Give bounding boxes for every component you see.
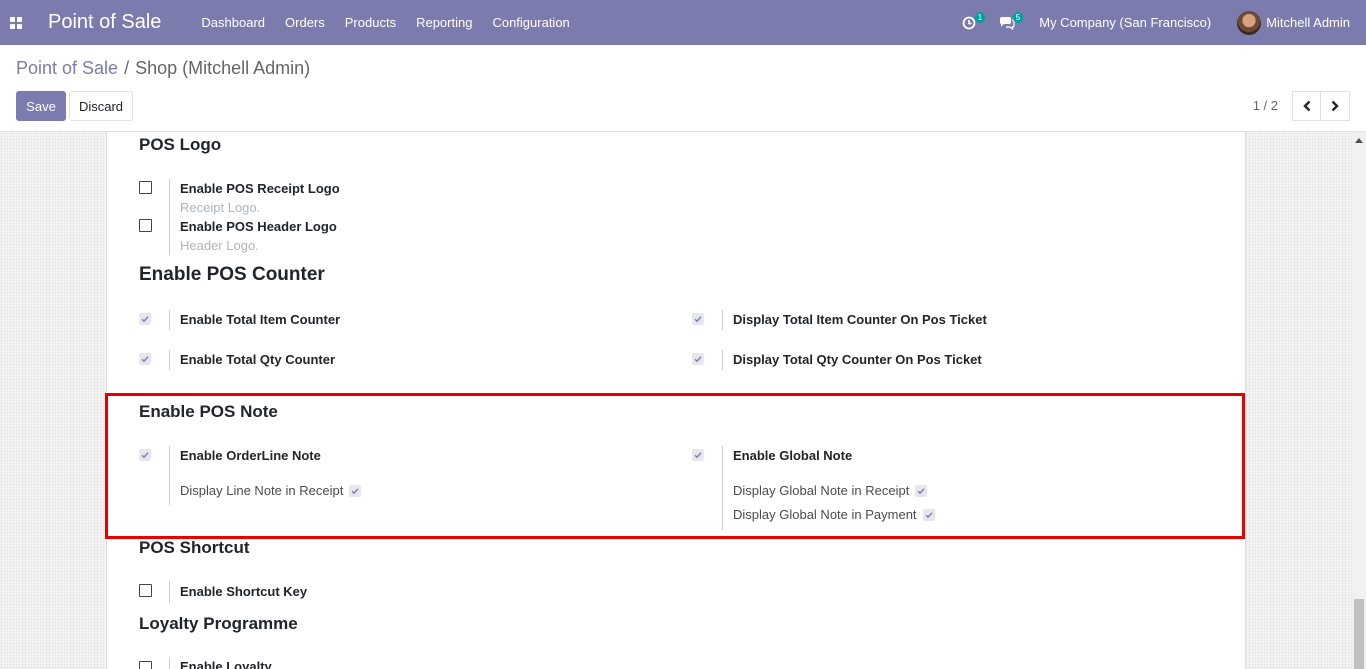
breadcrumb-current: Shop (Mitchell Admin) <box>135 58 311 78</box>
highlight-box <box>105 393 1245 539</box>
setting-divider <box>169 350 170 370</box>
setting-divider <box>722 310 723 330</box>
menu-dashboard[interactable]: Dashboard <box>191 0 275 45</box>
header-logo-label[interactable]: Enable POS Header Logo <box>180 219 337 234</box>
section-title-pos-shortcut: POS Shortcut <box>139 538 250 557</box>
setting-divider <box>169 217 170 255</box>
user-avatar[interactable] <box>1237 10 1262 35</box>
total-qty-counter-label[interactable]: Enable Total Qty Counter <box>180 352 335 367</box>
total-item-counter-label[interactable]: Enable Total Item Counter <box>180 312 340 327</box>
scrollbar[interactable] <box>1352 132 1366 669</box>
scroll-up-arrow-icon[interactable] <box>1355 138 1363 143</box>
display-qty-ticket-label[interactable]: Display Total Qty Counter On Pos Ticket <box>733 352 982 367</box>
breadcrumb: Point of Sale / Shop (Mitchell Admin) <box>16 58 310 79</box>
setting-divider <box>169 310 170 330</box>
display-item-ticket-label[interactable]: Display Total Item Counter On Pos Ticket <box>733 312 987 327</box>
breadcrumb-separator: / <box>124 58 130 78</box>
company-switcher[interactable]: My Company (San Francisco) <box>1039 15 1211 30</box>
save-button[interactable]: Save <box>16 91 66 121</box>
receipt-logo-label[interactable]: Enable POS Receipt Logo <box>180 181 340 196</box>
total-item-counter-checkbox[interactable] <box>139 313 151 325</box>
pager-next-button[interactable] <box>1321 91 1350 121</box>
header-logo-checkbox[interactable] <box>139 219 152 232</box>
systray: 1 5 My Company (San Francisco) Mitchell … <box>957 0 1366 45</box>
setting-divider <box>722 350 723 370</box>
section-title-loyalty: Loyalty Programme <box>139 614 298 633</box>
user-menu[interactable]: Mitchell Admin <box>1266 15 1350 30</box>
header-logo-hint: Header Logo. <box>180 238 259 253</box>
messages-badge: 5 <box>1012 12 1024 23</box>
check-icon <box>694 356 702 363</box>
setting-divider <box>169 658 170 669</box>
menu-configuration[interactable]: Configuration <box>482 0 579 45</box>
discard-button[interactable]: Discard <box>69 91 133 121</box>
breadcrumb-parent[interactable]: Point of Sale <box>16 58 118 78</box>
enable-loyalty-checkbox[interactable] <box>139 661 152 669</box>
check-icon <box>141 356 149 363</box>
form-view: POS Logo Enable POS Receipt Logo Receipt… <box>0 132 1352 669</box>
apps-menu-icon[interactable] <box>0 0 32 45</box>
pager-value[interactable]: 1 / 2 <box>1253 98 1278 113</box>
display-item-ticket-checkbox[interactable] <box>692 313 704 325</box>
receipt-logo-checkbox[interactable] <box>139 181 152 194</box>
shortcut-key-label[interactable]: Enable Shortcut Key <box>180 584 307 599</box>
control-panel: Point of Sale / Shop (Mitchell Admin) Save… <box>0 45 1366 132</box>
check-icon <box>694 316 702 323</box>
chevron-left-icon <box>1302 100 1310 112</box>
app-brand[interactable]: Point of Sale <box>48 11 161 34</box>
menu-reporting[interactable]: Reporting <box>406 0 482 45</box>
messages-chat-icon[interactable]: 5 <box>995 0 1024 45</box>
menu-orders[interactable]: Orders <box>275 0 335 45</box>
pager-previous-button[interactable] <box>1292 91 1321 121</box>
check-icon <box>141 316 149 323</box>
main-menu: Dashboard Orders Products Reporting Conf… <box>191 0 579 45</box>
activity-badge: 1 <box>974 12 986 23</box>
activity-clock-icon[interactable]: 1 <box>957 0 986 45</box>
top-navbar: Point of Sale Dashboard Orders Products … <box>0 0 1366 45</box>
menu-products[interactable]: Products <box>335 0 406 45</box>
shortcut-key-checkbox[interactable] <box>139 584 152 597</box>
total-qty-counter-checkbox[interactable] <box>139 353 151 365</box>
section-title-pos-logo: POS Logo <box>139 135 222 154</box>
display-qty-ticket-checkbox[interactable] <box>692 353 704 365</box>
enable-loyalty-label[interactable]: Enable Loyalty <box>180 659 272 669</box>
chevron-right-icon <box>1331 100 1339 112</box>
section-title-pos-counter: Enable POS Counter <box>139 264 325 285</box>
pager-buttons <box>1292 91 1350 121</box>
receipt-logo-hint: Receipt Logo. <box>180 200 261 215</box>
setting-divider <box>169 581 170 603</box>
scroll-thumb[interactable] <box>1354 599 1364 669</box>
setting-divider <box>169 179 170 217</box>
